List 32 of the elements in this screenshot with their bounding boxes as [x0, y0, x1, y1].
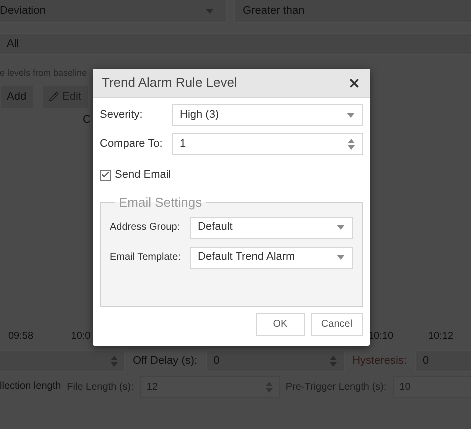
time-axis-label: 10:10 [367, 330, 395, 344]
spinner-arrows-icon [266, 382, 273, 392]
cancel-button[interactable]: Cancel [311, 313, 363, 336]
email-template-label: Email Template: [110, 251, 182, 265]
caret-icon [206, 8, 214, 14]
spinner-arrows-icon [330, 356, 337, 366]
email-template-select[interactable]: Default Trend Alarm [190, 246, 353, 268]
time-axis-label: 10:0 [70, 330, 92, 344]
pencil-icon [48, 92, 59, 102]
caret-icon [337, 225, 345, 230]
send-email-label: Send Email [115, 168, 172, 183]
spinner-arrows-icon [111, 356, 118, 366]
compare-to-label: Compare To: [100, 136, 164, 152]
spinner-arrows-icon [348, 138, 355, 150]
email-settings-legend: Email Settings [115, 193, 206, 212]
time-axis-label: 10:12 [427, 330, 455, 344]
time-axis-label: 09:58 [7, 330, 35, 344]
caret-icon [347, 112, 355, 118]
send-email-checkbox[interactable] [100, 170, 111, 180]
number-field[interactable] [0, 350, 125, 372]
address-group-select[interactable]: Default [190, 216, 353, 238]
column-header: C [82, 113, 91, 128]
collection-length-label: llection length [0, 380, 62, 394]
off-delay-label: Off Delay (s): [133, 354, 198, 369]
severity-label: Severity: [100, 108, 144, 123]
dialog-title: Trend Alarm Rule Level [102, 74, 238, 92]
close-button[interactable] [347, 76, 361, 90]
severity-select[interactable]: High (3) [172, 104, 363, 126]
address-group-label: Address Group: [110, 221, 182, 235]
ok-button[interactable]: OK [256, 313, 305, 336]
caret-icon [337, 255, 345, 260]
compare-to-field[interactable]: 1 [172, 133, 363, 155]
